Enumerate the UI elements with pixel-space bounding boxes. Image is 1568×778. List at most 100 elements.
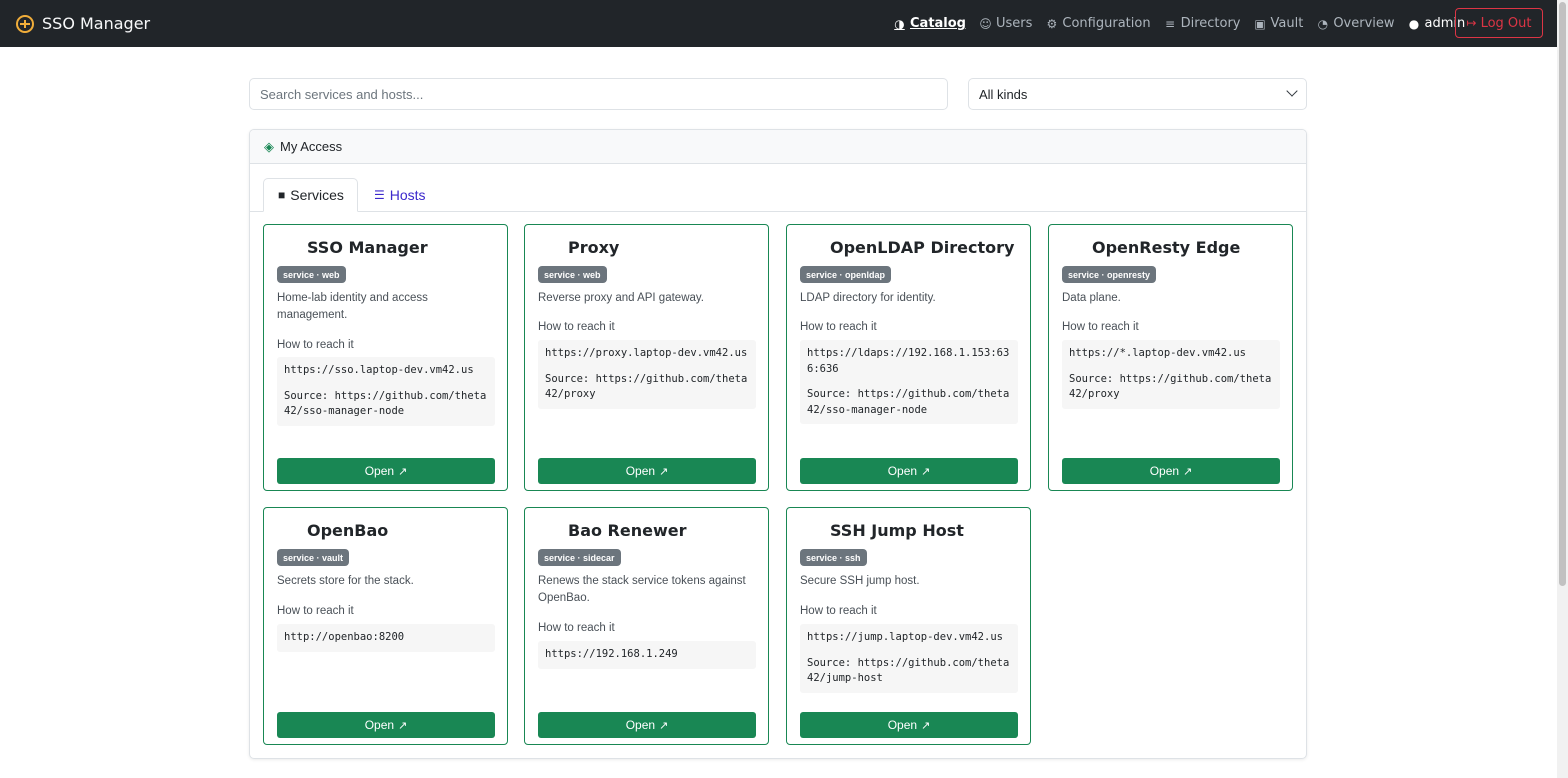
service-kind-badge: service · openresty xyxy=(1062,266,1157,283)
reach-code-block: https://jump.laptop-dev.vm42.us Source: … xyxy=(800,624,1018,693)
service-card: Bao Renewer service · sidecar Renews the… xyxy=(524,507,769,745)
service-source: Source: https://github.com/theta42/jump-… xyxy=(807,656,1010,685)
service-card: OpenLDAP Directory service · openldap LD… xyxy=(786,224,1031,491)
open-label: Open xyxy=(625,464,656,478)
service-description: LDAP directory for identity. xyxy=(800,292,936,304)
external-link-icon: ↗ xyxy=(398,465,408,478)
open-label: Open xyxy=(364,718,395,732)
service-url: https://192.168.1.249 xyxy=(545,648,678,660)
tab-services[interactable]: ■ Services xyxy=(263,178,358,212)
logout-label: Log Out xyxy=(1480,15,1532,31)
reach-code-block: https://proxy.laptop-dev.vm42.us Source:… xyxy=(538,340,756,409)
top-navbar: SSO Manager ◑ Catalog ☺ Users ⚙ Configur… xyxy=(0,0,1557,47)
users-icon: ☺ xyxy=(979,16,992,31)
service-card: SSO Manager service · web Home-lab ident… xyxy=(263,224,508,491)
service-kind-badge: service · vault xyxy=(277,549,350,566)
clock-logo-icon xyxy=(16,14,34,33)
service-card: Proxy service · web Reverse proxy and AP… xyxy=(524,224,769,491)
service-kind-badge: service · web xyxy=(277,266,346,283)
open-label: Open xyxy=(625,718,656,732)
panel-header: ◈ My Access xyxy=(250,130,1306,164)
compass-icon: ◑ xyxy=(894,16,905,31)
service-card: OpenResty Edge service · openresty Data … xyxy=(1048,224,1293,491)
open-button[interactable]: Open ↗ xyxy=(538,712,756,738)
open-label: Open xyxy=(887,718,918,732)
layers-icon: ◈ xyxy=(264,138,274,154)
reach-label: How to reach it xyxy=(277,605,354,617)
kind-filter-select[interactable]: All kinds xyxy=(968,78,1307,110)
panel-title: My Access xyxy=(280,139,343,154)
reach-label: How to reach it xyxy=(800,605,877,617)
reach-label: How to reach it xyxy=(538,321,615,333)
open-button[interactable]: Open ↗ xyxy=(1062,458,1280,484)
kind-filter-value: All kinds xyxy=(979,86,1028,102)
open-button[interactable]: Open ↗ xyxy=(538,458,756,484)
gauge-icon: ◔ xyxy=(1317,16,1329,31)
service-description: Renews the stack service tokens against … xyxy=(538,575,746,604)
service-url: https://proxy.laptop-dev.vm42.us xyxy=(545,347,748,359)
open-button[interactable]: Open ↗ xyxy=(800,712,1018,738)
service-url: https://sso.laptop-dev.vm42.us xyxy=(284,364,474,376)
reach-label: How to reach it xyxy=(277,339,354,351)
reach-code-block: https://192.168.1.249 xyxy=(538,641,756,669)
logout-button[interactable]: ↦ Log Out xyxy=(1455,8,1543,38)
service-title: OpenResty Edge xyxy=(1092,238,1241,257)
external-link-icon: ↗ xyxy=(921,719,931,732)
service-kind-badge: service · web xyxy=(538,266,607,283)
nav-configuration[interactable]: ⚙ Configuration xyxy=(1045,16,1151,31)
service-description: Secure SSH jump host. xyxy=(800,575,920,587)
service-card: OpenBao service · vault Secrets store fo… xyxy=(263,507,508,745)
service-title: SSH Jump Host xyxy=(830,521,964,540)
service-source: Source: https://github.com/theta42/sso-m… xyxy=(284,389,487,418)
external-link-icon: ↗ xyxy=(659,719,669,732)
nav-catalog[interactable]: ◑ Catalog xyxy=(893,16,966,31)
tab-hosts-label: Hosts xyxy=(389,187,426,203)
server-icon: ☰ xyxy=(374,188,385,202)
external-link-icon: ↗ xyxy=(398,719,408,732)
nav-directory[interactable]: ≡ Directory xyxy=(1164,16,1241,31)
open-button[interactable]: Open ↗ xyxy=(277,712,495,738)
service-url: https://ldaps://192.168.1.153:636:636 xyxy=(807,347,1010,375)
reach-code-block: http://openbao:8200 xyxy=(277,624,495,652)
service-title: SSO Manager xyxy=(307,238,428,257)
external-link-icon: ↗ xyxy=(1183,465,1193,478)
nav-directory-label: Directory xyxy=(1180,16,1241,31)
service-url: https://*.laptop-dev.vm42.us xyxy=(1069,347,1247,359)
main-nav: ◑ Catalog ☺ Users ⚙ Configuration ≡ Dire… xyxy=(893,0,1478,47)
service-description: Reverse proxy and API gateway. xyxy=(538,292,704,304)
my-access-panel: ◈ My Access ■ Services ☰ Hosts SSO Manag… xyxy=(249,129,1307,759)
open-button[interactable]: Open ↗ xyxy=(277,458,495,484)
nav-catalog-label: Catalog xyxy=(910,16,966,31)
open-label: Open xyxy=(887,464,918,478)
user-icon: ● xyxy=(1408,16,1420,31)
reach-code-block: https://*.laptop-dev.vm42.us Source: htt… xyxy=(1062,340,1280,409)
scrollbar-thumb[interactable] xyxy=(1559,2,1566,586)
external-link-icon: ↗ xyxy=(921,465,931,478)
page-scrollbar[interactable] xyxy=(1557,0,1568,778)
brand[interactable]: SSO Manager xyxy=(16,14,150,33)
reach-code-block: https://ldaps://192.168.1.153:636:636 So… xyxy=(800,340,1018,424)
tab-hosts[interactable]: ☰ Hosts xyxy=(360,178,440,212)
nav-users[interactable]: ☺ Users xyxy=(979,16,1032,31)
service-kind-badge: service · openldap xyxy=(800,266,892,283)
reach-label: How to reach it xyxy=(538,622,615,634)
open-button[interactable]: Open ↗ xyxy=(800,458,1018,484)
service-source: Source: https://github.com/theta42/sso-m… xyxy=(807,388,1010,416)
service-title: Bao Renewer xyxy=(568,521,687,540)
chevron-down-icon xyxy=(1286,85,1298,97)
access-tabs: ■ Services ☰ Hosts xyxy=(250,177,1306,212)
service-title: OpenLDAP Directory xyxy=(830,238,1015,257)
nav-users-label: Users xyxy=(996,16,1033,31)
reach-code-block: https://sso.laptop-dev.vm42.us Source: h… xyxy=(277,357,495,426)
logout-icon: ↦ xyxy=(1466,16,1477,30)
service-description: Data plane. xyxy=(1062,292,1121,304)
service-description: Home-lab identity and access management. xyxy=(277,292,428,321)
service-source: Source: https://github.com/theta42/proxy xyxy=(545,372,748,401)
nav-vault[interactable]: ▣ Vault xyxy=(1254,16,1303,31)
app-title: SSO Manager xyxy=(42,14,151,33)
gears-icon: ⚙ xyxy=(1046,16,1058,31)
nav-overview[interactable]: ◔ Overview xyxy=(1316,16,1395,31)
search-input[interactable] xyxy=(249,78,948,110)
external-link-icon: ↗ xyxy=(659,465,669,478)
service-description: Secrets store for the stack. xyxy=(277,575,414,587)
